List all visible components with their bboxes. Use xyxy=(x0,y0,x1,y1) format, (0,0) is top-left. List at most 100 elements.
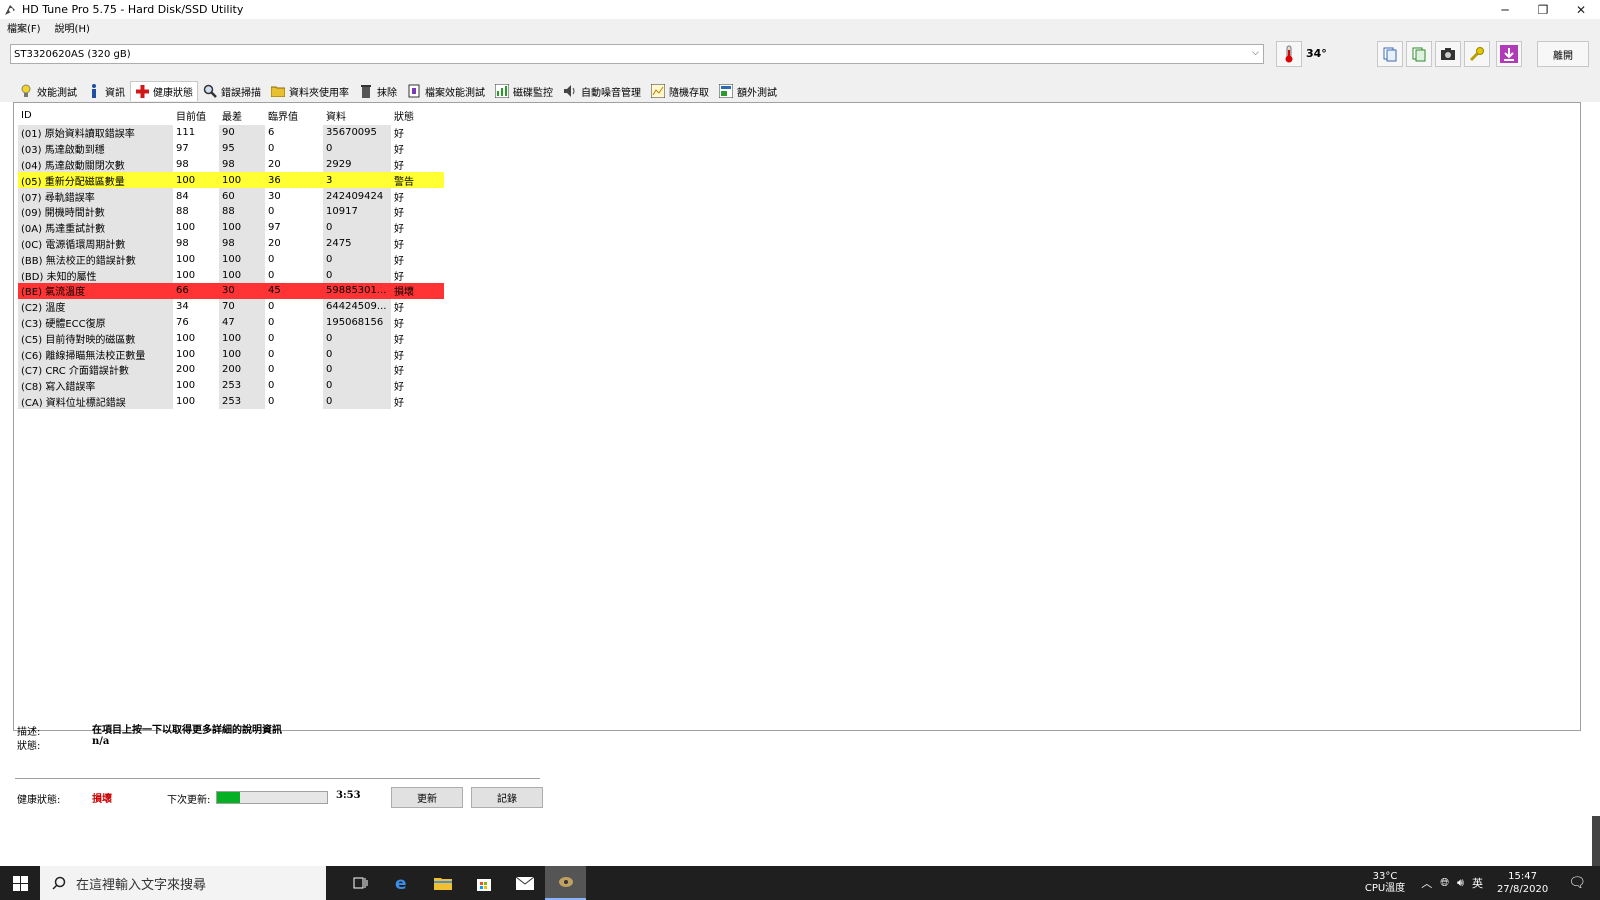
raw-data-value: 2929 xyxy=(323,156,391,173)
column-header-id[interactable]: ID xyxy=(18,105,173,125)
smart-row[interactable]: (09) 開機時間計數 88 88 0 10917 好 xyxy=(18,203,444,220)
close-button[interactable]: ✕ xyxy=(1562,0,1600,19)
notification-icon[interactable]: 🗨︎ xyxy=(1568,875,1586,891)
status-value: 損壞 xyxy=(391,282,444,299)
options-button[interactable] xyxy=(1464,41,1490,67)
column-header-status[interactable]: 狀態 xyxy=(391,105,444,125)
column-header-worst[interactable]: 最差 xyxy=(219,105,265,125)
column-header-threshold[interactable]: 臨界值 xyxy=(265,105,323,125)
file-explorer-button[interactable] xyxy=(422,866,463,900)
worst-value: 60 xyxy=(219,188,265,204)
smart-row[interactable]: (C6) 離線掃瞄無法校正數量 100 100 0 0 好 xyxy=(18,346,444,362)
smart-row[interactable]: (C8) 寫入錯誤率 100 253 0 0 好 xyxy=(18,377,444,394)
scrollbar-thumb[interactable] xyxy=(1592,816,1600,866)
smart-row[interactable]: (C5) 目前待對映的磁區數 100 100 0 0 好 xyxy=(18,330,444,347)
worst-value: 100 xyxy=(219,251,265,268)
minimize-button[interactable]: ─ xyxy=(1486,0,1524,19)
smart-row[interactable]: (CA) 資料位址標記錯誤 100 253 0 0 好 xyxy=(18,393,444,410)
volume-icon[interactable]: 🔊︎ xyxy=(1457,876,1464,890)
worst-value: 98 xyxy=(219,156,265,173)
smart-row[interactable]: (0C) 電源循環周期計數 98 98 20 2475 好 xyxy=(18,235,444,252)
refresh-button[interactable]: 更新 xyxy=(391,787,463,808)
tab-folder-usage[interactable]: 資料夾使用率 xyxy=(266,81,354,101)
smart-row[interactable]: (BB) 無法校正的錯誤計數 100 100 0 0 好 xyxy=(18,251,444,268)
start-button[interactable] xyxy=(0,866,40,900)
attribute-name: (C5) 目前待對映的磁區數 xyxy=(18,330,173,347)
smart-row[interactable]: (C7) CRC 介面錯誤計數 200 200 0 0 好 xyxy=(18,361,444,378)
tab-random-access[interactable]: 隨機存取 xyxy=(646,81,714,101)
threshold-value: 0 xyxy=(268,348,275,360)
hdtune-taskbar-button[interactable] xyxy=(545,866,586,900)
status-value: 好 xyxy=(394,350,404,362)
tab-health[interactable]: 健康狀態 xyxy=(130,81,198,101)
status-value: 好 xyxy=(394,334,404,346)
menu-file[interactable]: 檔案(F) xyxy=(0,20,48,35)
tab-label: 健康狀態 xyxy=(153,88,193,99)
mail-button[interactable] xyxy=(504,866,545,900)
attribute-name: (BE) 氣流溫度 xyxy=(18,282,173,299)
screenshot-button[interactable] xyxy=(1435,41,1461,67)
menu-help[interactable]: 說明(H) xyxy=(48,20,97,35)
restore-button[interactable]: ❐ xyxy=(1524,0,1562,19)
attribute-name: (BD) 未知的屬性 xyxy=(18,267,173,283)
smart-row[interactable]: (07) 尋軌錯誤率 84 60 30 242409424 好 xyxy=(18,188,444,204)
health-value: 損壞 xyxy=(92,794,112,805)
chevron-up-icon[interactable]: ︿ xyxy=(1421,875,1432,891)
smart-row[interactable]: (04) 馬達啟動關閉次數 98 98 20 2929 好 xyxy=(18,156,444,173)
edge-button[interactable]: e xyxy=(381,866,422,900)
tab-info[interactable]: 資訊 xyxy=(82,81,130,101)
save-button[interactable] xyxy=(1496,41,1522,67)
worst-value: 200 xyxy=(219,361,265,378)
raw-data-value: 3 xyxy=(323,172,391,189)
clock[interactable]: 15:47 27/8/2020 xyxy=(1497,870,1548,896)
cpu-temperature[interactable]: 33°C CPU溫度 xyxy=(1365,871,1405,895)
status-value: 好 xyxy=(394,397,404,409)
store-button[interactable] xyxy=(463,866,504,900)
smart-row[interactable]: (BE) 氣流溫度 66 30 45 59885301... 損壞 xyxy=(18,282,444,299)
current-value: 100 xyxy=(176,332,196,344)
smart-row[interactable]: (C3) 硬體ECC復原 76 47 0 195068156 好 xyxy=(18,314,444,331)
smart-row[interactable]: (01) 原始資料讀取錯誤率 111 90 6 35670095 好 xyxy=(18,125,444,141)
tab-aam[interactable]: 自動噪音管理 xyxy=(558,81,646,101)
current-value: 34 xyxy=(176,301,189,313)
cpu-temp-value: 33°C xyxy=(1372,871,1398,882)
threshold-value: 6 xyxy=(268,127,275,139)
drive-toolbar: ST3320620AS (320 gB) ⌵ 34° 離開 xyxy=(0,36,1600,80)
column-header-current[interactable]: 目前值 xyxy=(173,105,219,125)
magnifier-icon xyxy=(203,84,217,98)
network-globe-icon[interactable]: 🌐︎ xyxy=(1440,876,1449,890)
raw-data-value: 10917 xyxy=(323,203,391,220)
health-panel: ID 目前值 最差 臨界值 資料 狀態 (01) 原始資料讀取錯誤率 111 90 6… xyxy=(13,102,1581,731)
tab-error-scan[interactable]: 錯誤掃描 xyxy=(198,81,266,101)
thermometer-button[interactable] xyxy=(1276,41,1302,67)
log-button[interactable]: 記錄 xyxy=(471,787,543,808)
raw-data-value: 0 xyxy=(323,346,391,362)
attribute-name: (CA) 資料位址標記錯誤 xyxy=(18,393,173,410)
tab-file-benchmark[interactable]: 檔案效能測試 xyxy=(402,81,490,101)
current-value: 100 xyxy=(176,395,196,407)
tab-label: 自動噪音管理 xyxy=(581,87,641,99)
copy-text-button[interactable] xyxy=(1377,41,1403,67)
smart-row[interactable]: (C2) 溫度 34 70 0 64424509... 好 xyxy=(18,298,444,315)
task-view-button[interactable] xyxy=(340,866,381,900)
column-header-data[interactable]: 資料 xyxy=(323,105,391,125)
countdown-value: 3:53 xyxy=(336,790,361,801)
tab-extra-tests[interactable]: 額外測試 xyxy=(714,81,782,101)
raw-data-value: 0 xyxy=(323,393,391,410)
tab-disk-monitor[interactable]: 磁碟監控 xyxy=(490,81,558,101)
raw-data-value: 0 xyxy=(323,251,391,268)
drive-select[interactable]: ST3320620AS (320 gB) ⌵ xyxy=(10,44,1264,64)
smart-row[interactable]: (05) 重新分配磁區數量 100 100 36 3 警告 xyxy=(18,172,444,189)
taskbar-search[interactable]: 在這裡輸入文字來搜尋 xyxy=(40,866,326,900)
tab-erase[interactable]: 抹除 xyxy=(354,81,402,101)
smart-row[interactable]: (03) 馬達啟動到穩 97 95 0 0 好 xyxy=(18,140,444,157)
copy-image-button[interactable] xyxy=(1406,41,1432,67)
worst-value: 100 xyxy=(219,172,265,189)
threshold-value: 97 xyxy=(268,222,281,234)
smart-row[interactable]: (BD) 未知的屬性 100 100 0 0 好 xyxy=(18,267,444,283)
smart-row[interactable]: (0A) 馬達重試計數 100 100 97 0 好 xyxy=(18,219,444,236)
tab-benchmark[interactable]: 效能測試 xyxy=(14,81,82,101)
ime-indicator[interactable]: 英 xyxy=(1472,875,1483,891)
exit-button[interactable]: 離開 xyxy=(1537,41,1589,67)
status-label: 狀態: xyxy=(17,741,41,752)
